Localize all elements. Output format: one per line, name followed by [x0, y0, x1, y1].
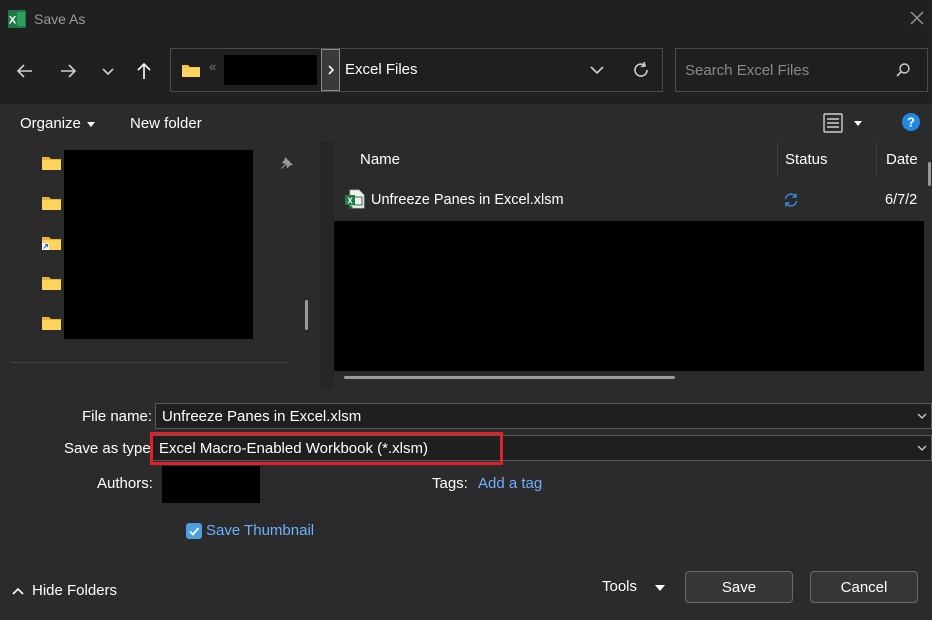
search-box[interactable]: Search Excel Files: [675, 48, 928, 92]
file-list: Name Status Date X Unfreeze Panes in Exc…: [334, 142, 932, 389]
checkmark-icon: [189, 527, 200, 536]
window-title: Save As: [34, 11, 86, 27]
cancel-button[interactable]: Cancel: [810, 571, 918, 603]
breadcrumb-separator-button[interactable]: [321, 49, 340, 91]
breadcrumb-current[interactable]: Excel Files: [345, 61, 418, 78]
save-form: File name: Unfreeze Panes in Excel.xlsm …: [0, 389, 932, 620]
tags-label: Tags:: [432, 475, 468, 492]
forward-button[interactable]: [55, 58, 81, 84]
pin-icon[interactable]: [280, 156, 294, 170]
column-divider[interactable]: [876, 142, 877, 176]
chevron-down-icon[interactable]: [916, 442, 928, 454]
file-name-value: Unfreeze Panes in Excel.xlsm: [162, 408, 362, 425]
file-date: 6/7/2: [885, 192, 918, 208]
refresh-icon[interactable]: [631, 60, 651, 80]
save-thumbnail-checkbox[interactable]: [186, 523, 202, 539]
folder-icon[interactable]: [42, 195, 61, 210]
tools-caret-icon[interactable]: [655, 585, 665, 591]
pane-splitter[interactable]: [320, 142, 334, 389]
save-type-label: Save as type:: [64, 440, 155, 457]
back-button[interactable]: [12, 58, 38, 84]
organize-label: Organize: [20, 115, 81, 132]
address-dropdown-icon[interactable]: [589, 62, 605, 78]
address-bar[interactable]: « Excel Files: [170, 48, 663, 92]
command-bar: Organize New folder: [0, 104, 932, 142]
svg-text:X: X: [9, 15, 17, 27]
redacted-folder-names: [64, 150, 253, 339]
file-name-field[interactable]: Unfreeze Panes in Excel.xlsm: [155, 403, 932, 429]
navigation-bar: « Excel Files Search Excel Files: [0, 38, 932, 104]
folder-icon[interactable]: [42, 155, 61, 170]
redacted-authors: [162, 466, 260, 503]
redacted-breadcrumb: [224, 55, 317, 85]
folder-icon[interactable]: [42, 275, 61, 290]
view-options-icon[interactable]: [822, 112, 844, 134]
organize-button[interactable]: Organize: [20, 115, 95, 132]
save-thumbnail-label[interactable]: Save Thumbnail: [206, 522, 314, 539]
close-icon[interactable]: [908, 9, 926, 27]
file-name-label: File name:: [82, 408, 153, 425]
folder-shortcut-icon[interactable]: [42, 235, 61, 250]
folder-icon[interactable]: [42, 315, 61, 330]
folder-icon: [182, 65, 200, 77]
hide-folders-button[interactable]: Hide Folders: [12, 582, 117, 599]
title-bar: X Save As: [0, 0, 932, 38]
arrow-right-icon: [61, 64, 77, 78]
redacted-file-list: [334, 221, 924, 371]
sync-icon: [784, 193, 798, 207]
svg-text:X: X: [347, 196, 353, 205]
file-name: Unfreeze Panes in Excel.xlsm: [371, 192, 564, 208]
navigation-pane: [0, 142, 320, 389]
arrow-left-icon: [16, 64, 32, 78]
hide-folders-label: Hide Folders: [32, 582, 118, 599]
excel-file-icon: X: [345, 189, 365, 209]
navpane-scrollbar[interactable]: [305, 300, 308, 330]
view-caret-icon[interactable]: [854, 121, 862, 126]
authors-label: Authors:: [97, 475, 153, 492]
column-header-name[interactable]: Name: [360, 142, 400, 176]
horizontal-scrollbar[interactable]: [344, 376, 675, 379]
highlight-box: [150, 432, 503, 465]
save-button[interactable]: Save: [685, 571, 793, 603]
divider: [11, 362, 287, 363]
up-button[interactable]: [131, 58, 157, 84]
column-divider[interactable]: [777, 142, 778, 176]
new-folder-button[interactable]: New folder: [130, 115, 202, 132]
tools-button[interactable]: Tools: [602, 578, 637, 595]
recent-locations-button[interactable]: [95, 58, 121, 84]
chevron-down-icon: [102, 68, 114, 76]
table-row[interactable]: X Unfreeze Panes in Excel.xlsm 6/7/2: [334, 184, 924, 216]
add-tag-link[interactable]: Add a tag: [478, 475, 542, 492]
breadcrumb-overflow[interactable]: «: [209, 59, 216, 74]
excel-app-icon: X: [8, 10, 26, 28]
chevron-right-icon: [327, 65, 334, 75]
help-icon[interactable]: ?: [901, 112, 921, 132]
svg-text:?: ?: [907, 115, 915, 130]
column-header-date[interactable]: Date: [886, 142, 918, 176]
caret-down-icon: [86, 121, 95, 127]
search-input[interactable]: Search Excel Files: [685, 62, 809, 79]
chevron-down-icon[interactable]: [916, 410, 928, 422]
arrow-up-icon: [137, 62, 151, 79]
column-header-status[interactable]: Status: [785, 142, 828, 176]
vertical-scrollbar[interactable]: [928, 162, 931, 186]
search-icon: [896, 63, 910, 77]
chevron-up-icon: [12, 587, 24, 595]
